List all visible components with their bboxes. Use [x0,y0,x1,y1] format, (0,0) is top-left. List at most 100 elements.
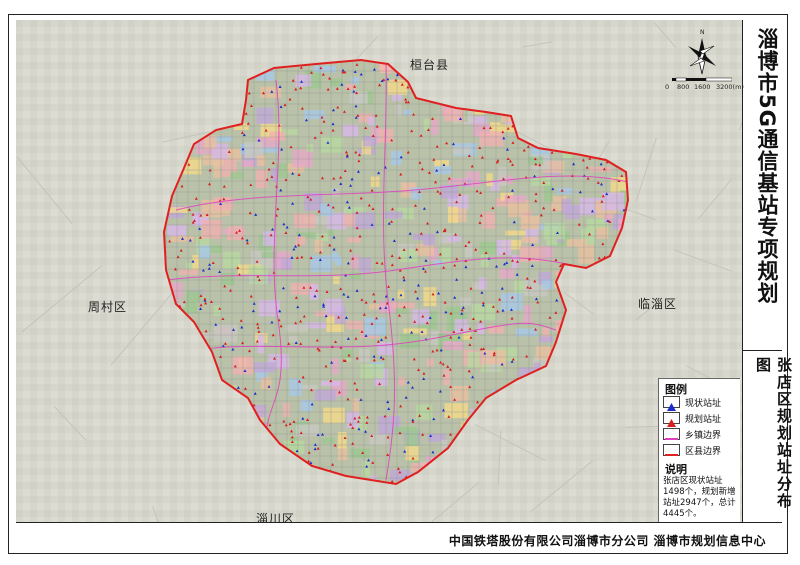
legend-label: 乡镇边界 [685,431,722,441]
legend-box: 图例 现状站址 规划站址 乡镇边界 区县边界 说明 张店区现状站址1498个，规… [658,378,740,522]
landuse-patch [350,254,359,269]
landuse-patch [289,336,299,343]
landuse-patch [377,342,393,355]
pink-line-icon [663,428,680,440]
landuse-patch [398,377,406,386]
landuse-patch [283,403,290,417]
landuse-patch [313,65,336,73]
landuse-patch [223,251,241,269]
red-triangle-icon [663,412,680,427]
landuse-patch [346,320,364,330]
landuse-patch [213,305,221,316]
landuse-patch [556,187,573,195]
landuse-patch [209,245,223,253]
landuse-patch [482,212,496,229]
landuse-patch [350,77,360,84]
landuse-patch [294,213,316,228]
district-label-west: 周村区 [88,300,128,314]
legend-label: 规划站址 [685,415,722,425]
landuse-patch [467,351,480,368]
landuse-patch [178,269,199,275]
landuse-patch [314,389,336,401]
landuse-patch [368,116,375,126]
landuse-patch [404,428,419,446]
legend-item-existing-site: 现状站址 [663,395,739,411]
scale-label-3200: 3200(m) [716,83,744,91]
landuse-patch [515,328,538,337]
landuse-patch [285,323,309,332]
landuse-patch [213,323,238,343]
landuse-patch [546,239,558,246]
landuse-patch [460,297,471,306]
landuse-patch [331,358,339,375]
landuse-patch [504,195,527,203]
landuse-patch [289,378,302,397]
landuse-patch [444,403,468,419]
landuse-patch [447,206,458,223]
district-label-east: 临淄区 [638,297,678,311]
landuse-patch [314,239,323,253]
landuse-patch [544,184,553,202]
district-label-south: 淄川区 [256,512,296,522]
landuse-patch [403,109,412,116]
landuse-patch [269,131,286,141]
map-svg [16,20,742,522]
blue-triangle-icon [663,396,680,411]
landuse-patch [349,272,362,280]
note-title: 说明 [665,463,687,476]
title-column: 淄博市5G通信基站专项规划 [742,20,782,350]
landuse-patch [423,238,436,246]
landuse-patch [352,398,360,414]
map-subtitle: 张店区规划站址分布图 [754,357,793,510]
district-label-north: 桓台县 [410,58,450,72]
landuse-patch [198,245,211,260]
landuse-patch [478,277,487,289]
landuse-patch [352,212,375,230]
footer-credits: 中国铁塔股份有限公司淄博市分公司 淄博市规划信息中心 [448,534,766,548]
legend-label: 现状站址 [685,399,722,409]
scale-bar [666,77,733,82]
landuse-patch [426,358,434,367]
landuse-patch [256,169,268,189]
landuse-patch [369,432,389,446]
landuse-patch [261,251,278,258]
legend-item-planned-site: 规划站址 [663,411,739,427]
landuse-patch [295,236,306,245]
landuse-patch [589,166,613,172]
landuse-patch [241,160,254,168]
landuse-patch [443,369,450,386]
landuse-patch [423,118,431,131]
landuse-patch [454,319,468,334]
landuse-patch [343,213,356,227]
red-line-icon [663,444,680,456]
landuse-patch [450,386,469,402]
landuse-patch [331,188,340,197]
landuse-patch [561,198,572,214]
landuse-patch [531,177,551,186]
landuse-patch [331,252,339,261]
legend-label: 区县边界 [685,447,722,457]
landuse-patch [256,155,266,167]
landuse-patch [543,222,565,240]
landuse-patch [295,424,320,437]
landuse-patch [321,135,344,153]
landuse-patch [342,124,359,137]
landuse-patch [342,349,353,358]
landuse-patch [323,407,345,424]
landuse-patch [578,244,595,264]
landuse-patch [362,461,371,478]
landuse-patch [254,362,276,373]
landuse-patch [358,349,370,363]
north-label: N [700,29,705,36]
landuse-patch [337,431,347,449]
landuse-patch [322,437,335,444]
landuse-patch [596,227,609,239]
landuse-patch [337,446,348,461]
landuse-patch [325,298,344,315]
landuse-patch [349,91,368,105]
landuse-patch [479,131,504,147]
map-canvas[interactable]: 桓台县 周村区 临淄区 淄川区 [16,20,742,522]
subtitle-column: 张店区规划站址分布图 [742,350,793,522]
landuse-patch [281,257,293,270]
landuse-patch [521,236,538,244]
